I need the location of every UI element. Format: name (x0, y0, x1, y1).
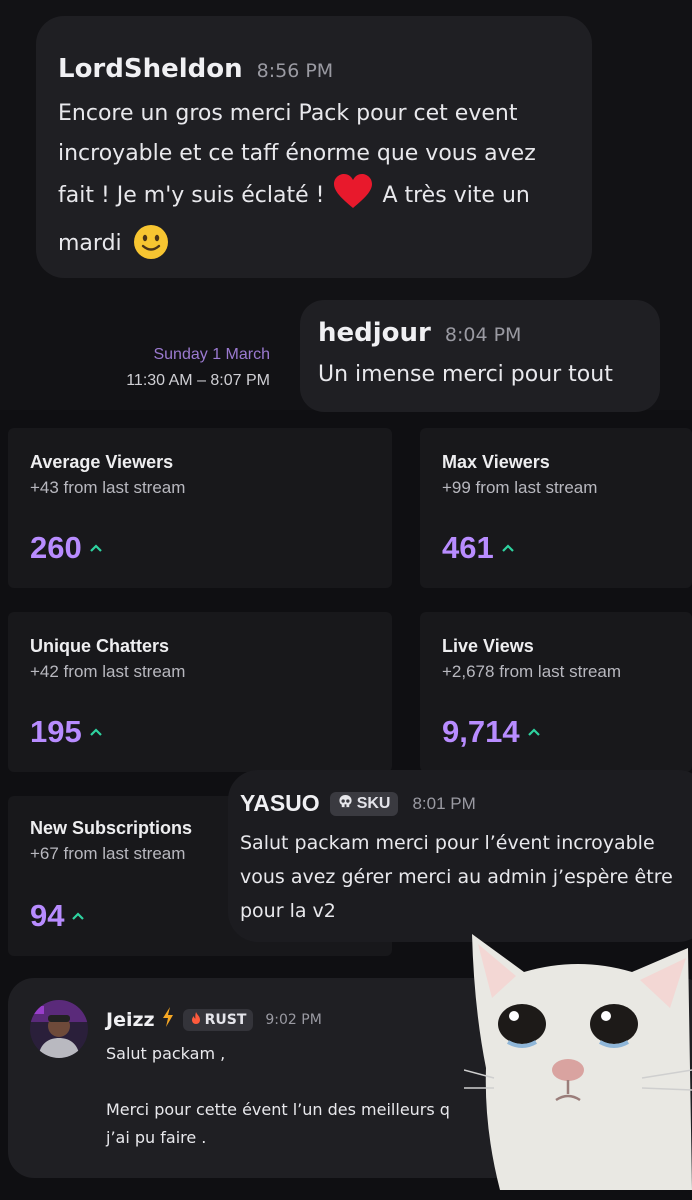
message-header: YASUO SKU 8:01 PM (240, 790, 476, 817)
message-text: Salut packam , Merci pour cette évent l’… (106, 1040, 450, 1152)
arrow-up-icon (501, 524, 514, 560)
arrow-up-icon (89, 524, 102, 560)
stat-delta: +2,678 from last stream (442, 662, 622, 681)
crying-cat-sticker (463, 928, 692, 1190)
message-header: Jeizz RUST 9:02 PM (106, 1006, 322, 1033)
flame-icon (190, 1011, 202, 1029)
stat-card-unique-chatters: Unique Chatters +42 from last stream 195 (8, 612, 392, 772)
author-name[interactable]: Jeizz (106, 1009, 155, 1031)
stream-date-range: Sunday 1 March 11:30 AM – 8:07 PM (80, 346, 270, 390)
message-text: Un imense merci pour tout (318, 362, 613, 387)
stream-time-range: 11:30 AM – 8:07 PM (126, 372, 270, 389)
author-name[interactable]: YASUO (240, 790, 320, 817)
message-line: incroyable et ce taff énorme que vous av… (58, 141, 536, 166)
stat-title: Live Views (442, 636, 534, 656)
avatar[interactable] (30, 1000, 88, 1058)
stat-value: 195 (30, 714, 82, 749)
arrow-up-icon (72, 892, 85, 928)
stat-card-max-viewers: Max Viewers +99 from last stream 461 (420, 428, 692, 588)
message-text: Salut packam merci pour l’évent incroyab… (240, 826, 692, 928)
stat-value: 260 (30, 530, 82, 565)
timestamp: 8:56 PM (256, 60, 334, 82)
arrow-up-icon (89, 708, 102, 744)
stat-delta: +99 from last stream (442, 478, 598, 497)
timestamp: 8:04 PM (444, 324, 522, 346)
stat-value: 461 (442, 530, 494, 565)
message-hedjour: hedjour 8:04 PM Un imense merci pour tout (300, 300, 660, 412)
message-line: j’ai pu faire . (106, 1128, 207, 1147)
message-line: fait ! Je m'y suis éclaté ! A très vite … (58, 174, 586, 224)
stat-title: Average Viewers (30, 452, 174, 472)
message-line: Salut packam merci pour l’évent incroyab… (240, 832, 655, 854)
stat-delta: +67 from last stream (30, 844, 186, 863)
timestamp: 9:02 PM (265, 1011, 322, 1028)
timestamp: 8:01 PM (412, 793, 476, 813)
stream-date: Sunday 1 March (153, 346, 270, 363)
message-line: Merci pour cette évent l’un des meilleur… (106, 1100, 450, 1119)
message-line: vous avez gérer merci au admin j’espère … (240, 866, 673, 888)
stat-title: Max Viewers (442, 452, 550, 472)
stat-delta: +43 from last stream (30, 478, 186, 497)
badge-label: RUST (204, 1011, 247, 1028)
message-line: mardi (58, 224, 586, 274)
lightning-icon (161, 1006, 175, 1033)
author-name[interactable]: LordSheldon (58, 54, 243, 84)
stat-value: 9,714 (442, 714, 520, 749)
stat-title: New Subscriptions (30, 818, 193, 838)
smiley-icon (133, 224, 169, 274)
heart-icon (333, 174, 373, 224)
stat-delta: +42 from last stream (30, 662, 186, 681)
author-name[interactable]: hedjour (318, 318, 431, 348)
role-badge[interactable]: RUST (182, 1008, 254, 1031)
message-lordsheldon: LordSheldon 8:56 PM Encore un gros merci … (36, 16, 592, 278)
message-line: pour la v2 (240, 900, 336, 922)
message-header: hedjour 8:04 PM (318, 318, 521, 348)
message-yasuo: YASUO SKU 8:01 PM Salut packam merci pou… (228, 770, 692, 942)
message-line: Salut packam , (106, 1044, 226, 1063)
skull-icon (338, 794, 353, 814)
stat-card-live-views: Live Views +2,678 from last stream 9,714 (420, 612, 692, 772)
stat-title: Unique Chatters (30, 636, 170, 656)
message-text: Encore un gros merci Pack pour cet event… (58, 94, 586, 274)
role-badge[interactable]: SKU (329, 791, 399, 816)
badge-label: SKU (356, 794, 391, 812)
stat-value: 94 (30, 898, 65, 933)
arrow-up-icon (527, 708, 540, 744)
stat-card-average-viewers: Average Viewers +43 from last stream 260 (8, 428, 392, 588)
message-line: Encore un gros merci Pack pour cet event (58, 101, 518, 126)
message-header: LordSheldon 8:56 PM (58, 54, 333, 84)
